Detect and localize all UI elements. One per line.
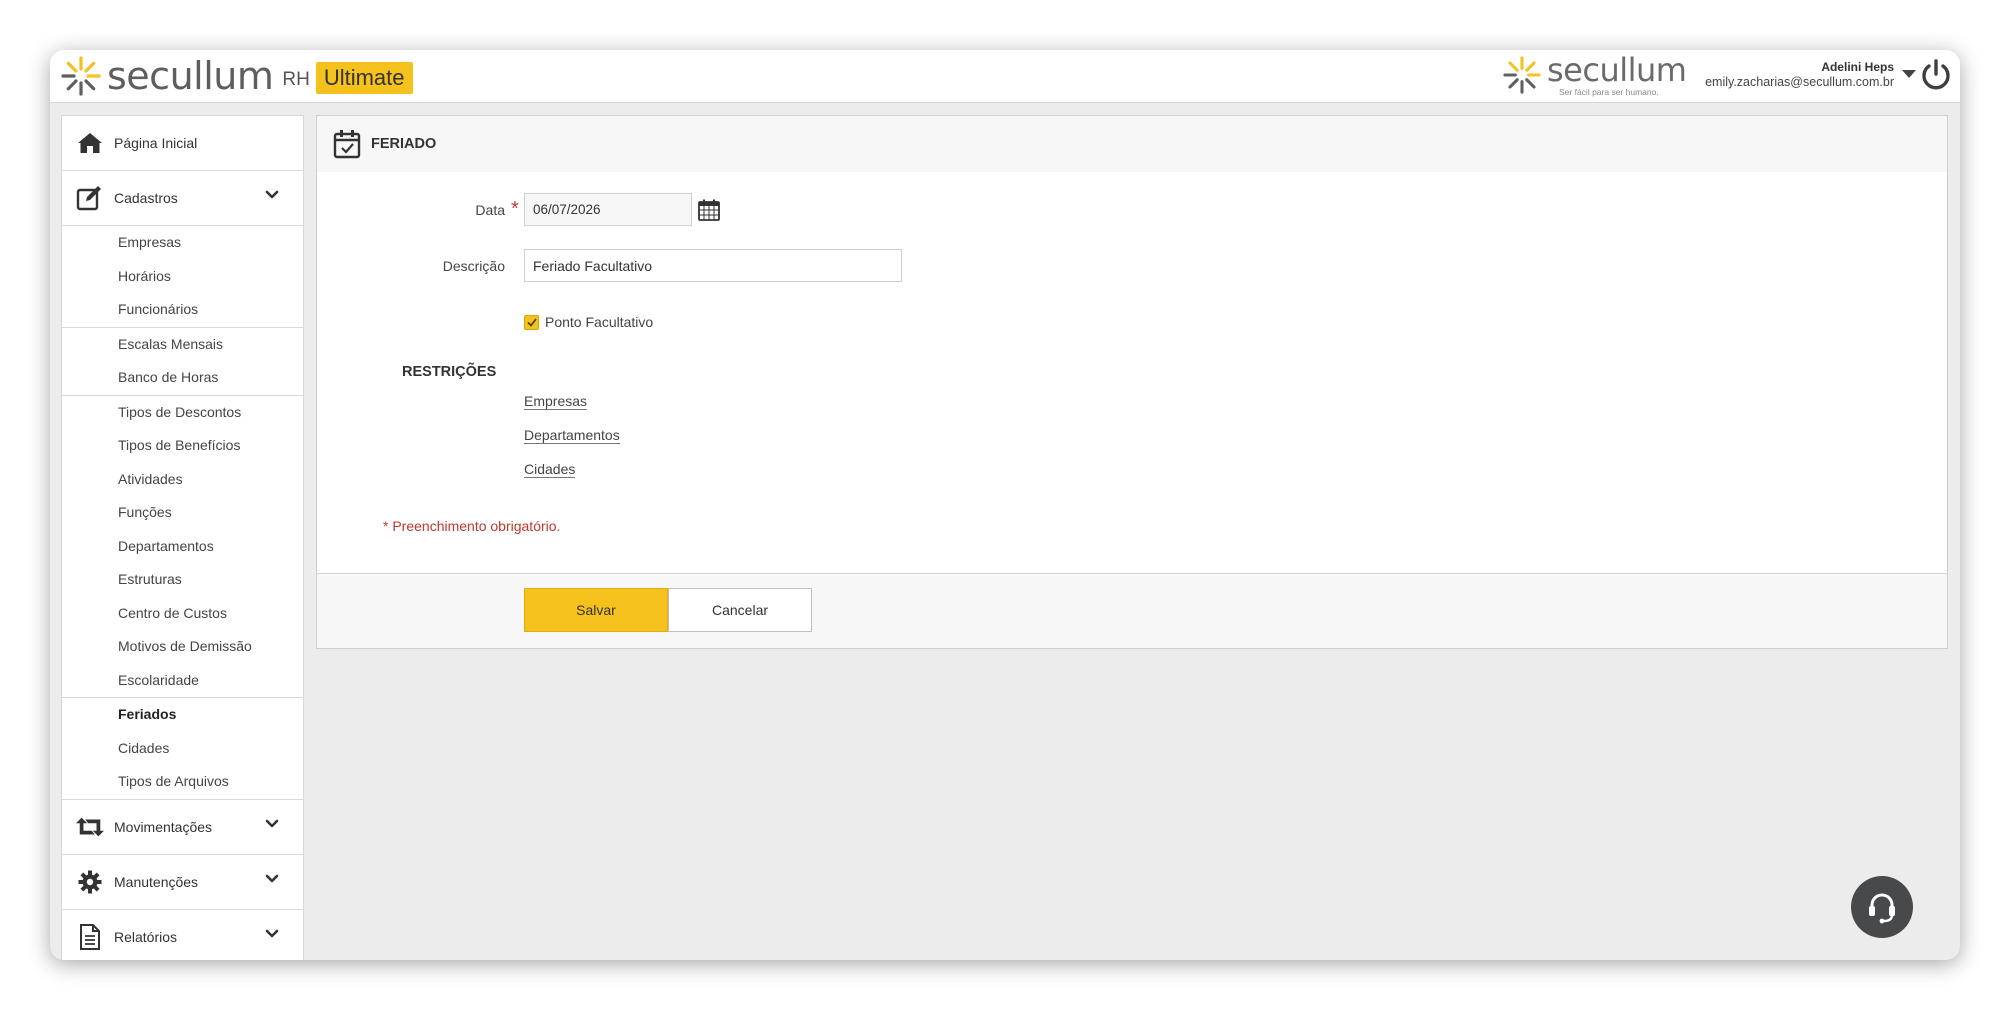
nav-home[interactable]: Página Inicial [62, 116, 303, 171]
cadastros-group-4: Feriados Cidades Tipos de Arquivos [62, 698, 303, 800]
nav-relatorios-label: Relatórios [114, 928, 178, 945]
logo-rh: RH [282, 69, 310, 90]
nav-movimentacoes-label: Movimentações [114, 818, 213, 835]
sun-logo-icon [61, 56, 101, 96]
sidebar-item-cidades[interactable]: Cidades [62, 732, 303, 766]
panel-header: FERIADO [317, 116, 1947, 173]
sidebar-item-feriados[interactable]: Feriados [62, 698, 303, 732]
sidebar-item-atividades[interactable]: Atividades [62, 463, 303, 497]
caret-down-icon[interactable] [1902, 70, 1916, 78]
sidebar-item-empresas[interactable]: Empresas [62, 226, 303, 260]
restriction-link-empresas[interactable]: Empresas [524, 393, 588, 410]
sidebar-item-departamentos[interactable]: Departamentos [62, 530, 303, 564]
support-button[interactable] [1851, 876, 1913, 938]
sidebar-item-tipos-de-arquivos[interactable]: Tipos de Arquivos [62, 765, 303, 799]
nav-relatorios[interactable]: Relatórios [62, 910, 303, 961]
description-label: Descrição [442, 258, 505, 274]
document-icon [76, 923, 104, 951]
nav-movimentacoes[interactable]: Movimentações [62, 800, 303, 855]
user-menu[interactable]: Adelini Heps emily.zacharias@secullum.co… [1705, 60, 1894, 89]
chevron-down-icon [265, 929, 279, 937]
nav-manutencoes-label: Manutenções [114, 873, 199, 890]
sidebar-item-horarios[interactable]: Horários [62, 260, 303, 294]
sidebar-item-escalas-mensais[interactable]: Escalas Mensais [62, 328, 303, 362]
chevron-down-icon [265, 190, 279, 199]
restriction-link-departamentos[interactable]: Departamentos [524, 427, 620, 444]
restriction-link-cidades[interactable]: Cidades [524, 461, 576, 478]
page-title: FERIADO [371, 136, 437, 152]
logo-edition-badge: Ultimate [315, 62, 413, 94]
sidebar-item-motivos-de-demissao[interactable]: Motivos de Demissão [62, 630, 303, 664]
chevron-down-icon [265, 874, 279, 882]
brand-wordmark: secullum [1547, 50, 1687, 89]
nav-home-label: Página Inicial [114, 135, 198, 151]
required-star: * [511, 198, 519, 220]
cadastros-group-2: Escalas Mensais Banco de Horas [62, 328, 303, 396]
nav-manutencoes[interactable]: Manutenções [62, 855, 303, 910]
sidebar-item-tipos-de-descontos[interactable]: Tipos de Descontos [62, 396, 303, 430]
retweet-icon [76, 813, 104, 841]
sidebar-item-banco-de-horas[interactable]: Banco de Horas [62, 361, 303, 395]
user-email: emily.zacharias@secullum.com.br [1705, 75, 1894, 89]
holiday-form-panel: FERIADO Data * Descrição [316, 115, 1948, 649]
restrictions-title: RESTRIÇÕES [402, 364, 497, 380]
user-name: Adelini Heps [1821, 60, 1894, 74]
power-icon[interactable] [1918, 57, 1954, 93]
sidebar-item-escolaridade[interactable]: Escolaridade [62, 664, 303, 698]
sidebar-item-estruturas[interactable]: Estruturas [62, 563, 303, 597]
top-bar: secullum RH Ultimate secullum Ser fácil … [50, 50, 1960, 103]
cadastros-group-1: Empresas Horários Funcionários [62, 226, 303, 328]
save-button[interactable]: Salvar [524, 588, 668, 632]
gear-icon [76, 868, 104, 896]
description-input[interactable] [524, 249, 902, 282]
ponto-facultativo-checkbox[interactable]: Ponto Facultativo [524, 314, 653, 330]
required-note: * Preenchimento obrigatório. [383, 518, 561, 534]
nav-cadastros-label: Cadastros [114, 190, 178, 206]
home-icon [76, 129, 104, 157]
chevron-down-icon [265, 819, 279, 827]
sidebar-item-tipos-de-beneficios[interactable]: Tipos de Benefícios [62, 429, 303, 463]
logo-wordmark: secullum [107, 54, 274, 98]
form-body: Data * Descrição Ponto Facultativ [317, 172, 1947, 574]
edit-icon [76, 184, 104, 212]
calendar-check-icon [333, 130, 361, 159]
sun-logo-icon [1503, 56, 1541, 94]
cancel-button[interactable]: Cancelar [668, 588, 812, 632]
calendar-icon[interactable] [698, 199, 720, 221]
secullum-brand: secullum Ser fácil para ser humano. [1503, 50, 1687, 98]
date-input[interactable] [524, 193, 692, 226]
sidebar-item-funcoes[interactable]: Funções [62, 496, 303, 530]
nav-cadastros[interactable]: Cadastros [62, 171, 303, 226]
checkbox-label: Ponto Facultativo [545, 314, 654, 330]
sidebar: Página Inicial Cadastros Empresas Horári… [61, 115, 304, 960]
headset-icon [1869, 893, 1895, 924]
checkbox-checked-icon [524, 314, 539, 330]
sidebar-item-centro-de-custos[interactable]: Centro de Custos [62, 597, 303, 631]
app-window: secullum RH Ultimate secullum Ser fácil … [50, 50, 1960, 960]
sidebar-item-funcionarios[interactable]: Funcionários [62, 293, 303, 327]
date-label: Data [475, 202, 505, 218]
cadastros-group-3: Tipos de Descontos Tipos de Benefícios A… [62, 396, 303, 698]
app-logo[interactable]: secullum RH Ultimate [61, 54, 413, 98]
brand-tagline: Ser fácil para ser humano. [1559, 86, 1659, 97]
